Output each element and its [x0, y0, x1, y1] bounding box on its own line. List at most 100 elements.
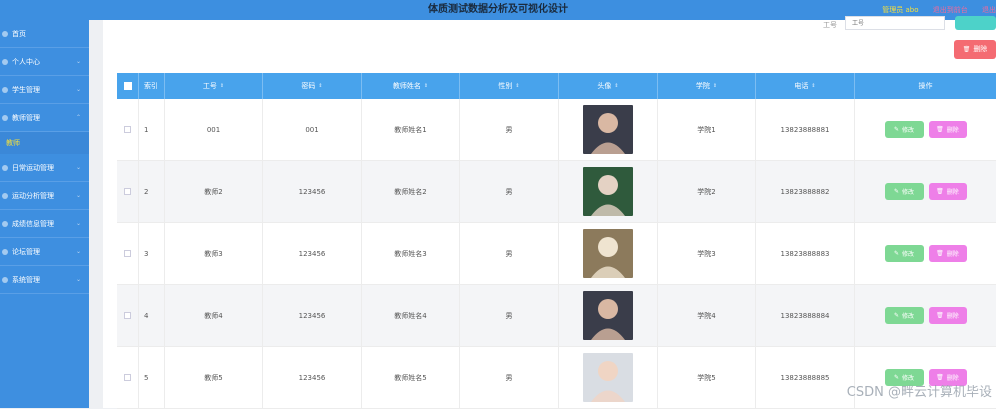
batch-delete-button[interactable]: 🗑删除: [954, 40, 996, 59]
delete-button[interactable]: 🗑删除: [929, 121, 967, 138]
row-checkbox[interactable]: [124, 188, 131, 195]
sidebar-item-scores[interactable]: 成绩信息管理 ⌄: [0, 210, 89, 238]
sort-icon: ⇕: [515, 83, 519, 89]
chevron-down-icon: ⌄: [76, 154, 81, 182]
row-checkbox-cell: [117, 285, 139, 346]
cell-index: 2: [139, 161, 165, 222]
cell-actions: ✎修改 🗑删除: [855, 99, 996, 160]
user-icon: [2, 59, 8, 65]
row-checkbox-cell: [117, 161, 139, 222]
sidebar-item-label: 学生管理: [12, 86, 40, 94]
cell-name: 教师姓名1: [362, 99, 460, 160]
row-checkbox[interactable]: [124, 250, 131, 257]
table-body: 1001001教师姓名1男学院113823888881✎修改🗑删除2教师2123…: [117, 99, 996, 409]
row-checkbox[interactable]: [124, 374, 131, 381]
header-name[interactable]: 教师姓名⇕: [362, 73, 460, 99]
header-avatar[interactable]: 头像⇕: [559, 73, 658, 99]
sidebar-item-label: 论坛管理: [12, 248, 40, 256]
delete-button[interactable]: 🗑删除: [929, 183, 967, 200]
chevron-down-icon: ⌄: [76, 76, 81, 104]
avatar: [583, 229, 633, 278]
delete-label: 删除: [947, 187, 959, 196]
delete-label: 删除: [947, 311, 959, 320]
chevron-down-icon: ⌄: [76, 210, 81, 238]
trash-icon: 🗑: [963, 46, 971, 53]
sidebar-item-exercise-analysis[interactable]: 运动分析管理 ⌄: [0, 182, 89, 210]
cell-index: 1: [139, 99, 165, 160]
row-checkbox-cell: [117, 223, 139, 284]
delete-button[interactable]: 🗑删除: [929, 245, 967, 262]
edit-button[interactable]: ✎修改: [885, 121, 924, 138]
cell-sex: 男: [460, 161, 559, 222]
cell-password: 001: [263, 99, 362, 160]
edit-icon: ✎: [894, 250, 899, 257]
header-gonghao[interactable]: 工号⇕: [165, 73, 263, 99]
header-actions: 操作: [855, 73, 996, 99]
sidebar-item-label: 成绩信息管理: [12, 220, 54, 228]
edit-label: 修改: [902, 311, 914, 320]
cell-phone: 13823888884: [756, 285, 855, 346]
cell-phone: 13823888883: [756, 223, 855, 284]
cell-avatar: [559, 223, 658, 284]
sidebar-item-daily-exercise[interactable]: 日常运动管理⌄: [0, 154, 89, 182]
sidebar-item-profile[interactable]: 个人中心⌄: [0, 48, 89, 76]
sort-icon: ⇕: [220, 83, 224, 89]
sort-icon: ⇕: [713, 83, 717, 89]
row-checkbox[interactable]: [124, 126, 131, 133]
table-row: 1001001教师姓名1男学院113823888881✎修改🗑删除: [117, 99, 996, 161]
student-icon: [2, 87, 8, 93]
search-label: 工号: [823, 20, 837, 30]
select-all-checkbox[interactable]: [124, 82, 132, 90]
chevron-down-icon: ⌄: [76, 182, 81, 210]
sidebar-item-forum[interactable]: 论坛管理⌄: [0, 238, 89, 266]
table-header: 索引 工号⇕ 密码⇕ 教师姓名⇕ 性别⇕ 头像⇕ 学院⇕ 电话⇕ 操作: [117, 73, 996, 99]
logout-link[interactable]: 退出: [982, 6, 996, 14]
trash-icon: 🗑: [936, 126, 944, 133]
sidebar-item-system[interactable]: 系统管理⌄: [0, 266, 89, 294]
cell-college: 学院5: [658, 347, 756, 408]
edit-label: 修改: [902, 125, 914, 134]
edit-button[interactable]: ✎修改: [885, 183, 924, 200]
cell-actions: ✎修改 🗑删除: [855, 285, 996, 346]
cell-college: 学院2: [658, 161, 756, 222]
sort-icon: ⇕: [811, 83, 815, 89]
search-input[interactable]: [845, 16, 945, 30]
sort-icon: ⇕: [424, 83, 428, 89]
table-row: 2教师2123456教师姓名2男学院213823888882✎修改🗑删除: [117, 161, 996, 223]
header-password[interactable]: 密码⇕: [263, 73, 362, 99]
back-to-front-link[interactable]: 退出到前台: [933, 6, 968, 14]
delete-button[interactable]: 🗑删除: [929, 307, 967, 324]
table-row: 3教师3123456教师姓名3男学院313823888883✎修改🗑删除: [117, 223, 996, 285]
search-button[interactable]: [955, 16, 996, 30]
avatar: [583, 291, 633, 340]
cell-avatar: [559, 161, 658, 222]
cell-sex: 男: [460, 285, 559, 346]
header-phone[interactable]: 电话⇕: [756, 73, 855, 99]
cell-index: 5: [139, 347, 165, 408]
row-checkbox[interactable]: [124, 312, 131, 319]
cell-index: 3: [139, 223, 165, 284]
table-row: 4教师4123456教师姓名4男学院413823888884✎修改🗑删除: [117, 285, 996, 347]
sidebar-item-label: 运动分析管理: [12, 192, 54, 200]
cell-college: 学院4: [658, 285, 756, 346]
edit-button[interactable]: ✎修改: [885, 245, 924, 262]
header-sex[interactable]: 性别⇕: [460, 73, 559, 99]
sidebar-subitem-teacher[interactable]: 教师: [0, 132, 89, 154]
batch-delete-label: 删除: [973, 45, 987, 53]
cell-phone: 13823888882: [756, 161, 855, 222]
sidebar-item-home[interactable]: 首页: [0, 20, 89, 48]
forum-icon: [2, 249, 8, 255]
avatar: [583, 105, 633, 154]
sidebar-item-teachers[interactable]: 教师管理⌃: [0, 104, 89, 132]
cell-name: 教师姓名2: [362, 161, 460, 222]
watermark: CSDN @畔云计算机毕设: [847, 381, 992, 400]
edit-button[interactable]: ✎修改: [885, 307, 924, 324]
row-checkbox-cell: [117, 347, 139, 408]
cell-avatar: [559, 347, 658, 408]
chevron-down-icon: ⌄: [76, 48, 81, 76]
cell-password: 123456: [263, 285, 362, 346]
avatar: [583, 167, 633, 216]
system-icon: [2, 277, 8, 283]
sidebar-item-students[interactable]: 学生管理 ⌄: [0, 76, 89, 104]
header-college[interactable]: 学院⇕: [658, 73, 756, 99]
